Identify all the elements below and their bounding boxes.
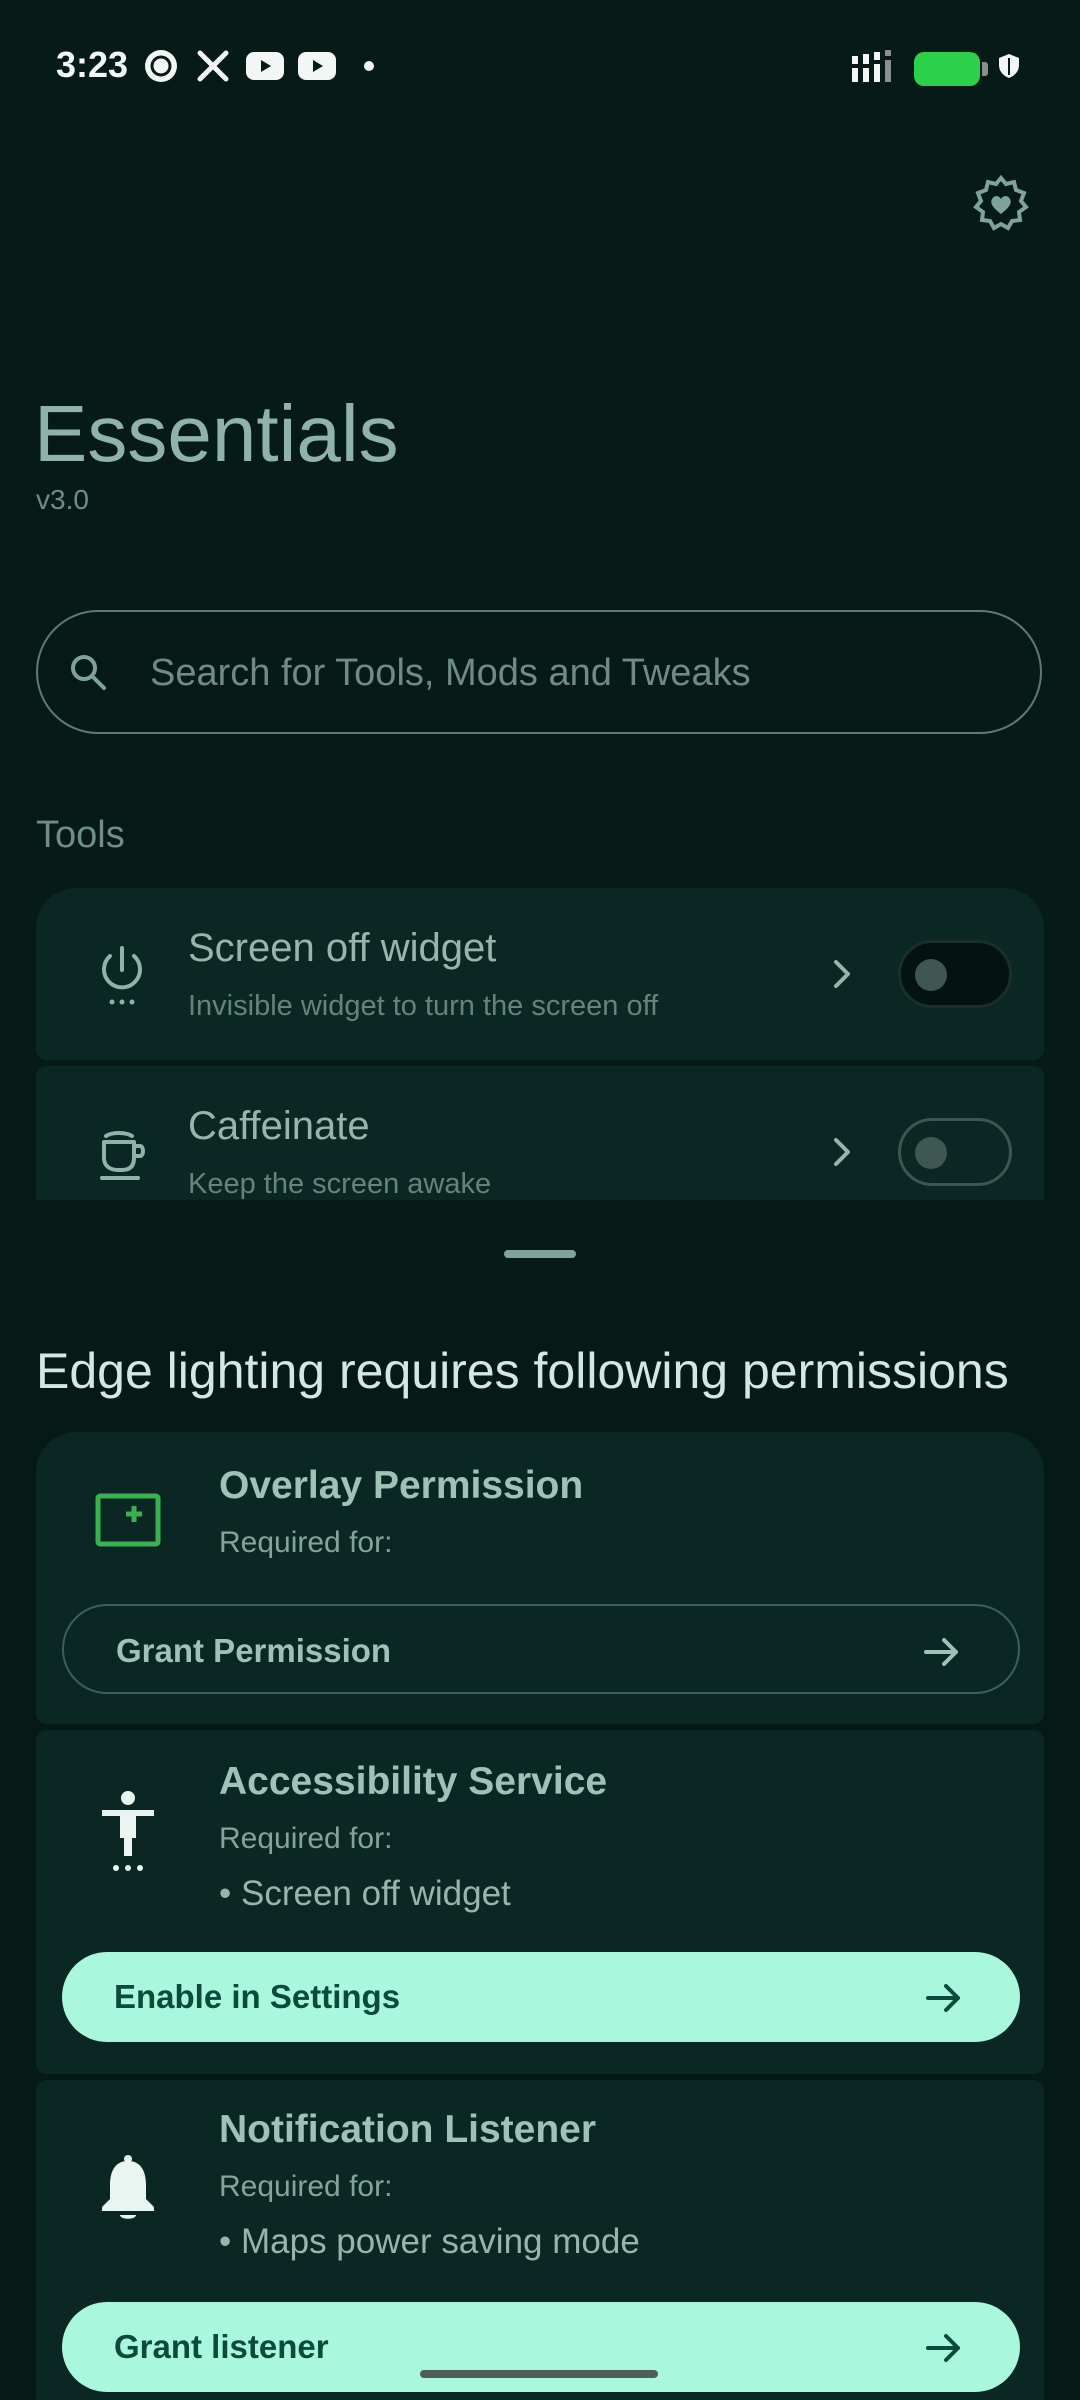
permission-required-item: • Maps power saving mode xyxy=(219,2222,640,2261)
sheet-title: Edge lighting requires following permiss… xyxy=(36,1343,1009,1399)
permissions-bottom-sheet: Edge lighting requires following permiss… xyxy=(0,1200,1080,2400)
settings-button[interactable] xyxy=(972,174,1030,237)
tool-description: Keep the screen awake xyxy=(188,1168,492,1200)
battery-icon xyxy=(914,51,988,86)
enable-in-settings-button[interactable]: Enable in Settings xyxy=(62,1952,1020,2042)
arrow-right-icon xyxy=(922,1632,962,1672)
app-title: Essentials xyxy=(34,389,399,478)
permission-required-label: Required for: xyxy=(219,1822,393,1855)
tools-section-title: Tools xyxy=(36,814,125,856)
arrow-right-icon xyxy=(924,1978,964,2018)
news-app-icon xyxy=(142,48,180,84)
grant-permission-button[interactable]: Grant Permission xyxy=(62,1604,1020,1694)
chevron-right-icon[interactable] xyxy=(822,954,862,994)
app-version: v3.0 xyxy=(36,484,89,515)
gear-heart-icon xyxy=(972,174,1030,237)
accessibility-icon xyxy=(90,1791,166,1871)
toggle-knob xyxy=(915,959,947,991)
permission-required-label: Required for: xyxy=(219,1526,393,1559)
bell-icon xyxy=(90,2150,166,2226)
shield-icon xyxy=(998,53,1020,84)
permission-title: Overlay Permission xyxy=(219,1464,584,1507)
tool-item-screen-off-widget[interactable]: Screen off widget Invisible widget to tu… xyxy=(36,888,1044,1060)
tool-name: Screen off widget xyxy=(188,926,497,970)
power-icon xyxy=(92,942,152,1006)
notification-icons xyxy=(142,48,388,84)
arrow-right-icon xyxy=(924,2328,964,2368)
dot-icon xyxy=(350,48,388,84)
coffee-cup-icon xyxy=(92,1124,152,1188)
home-indicator[interactable] xyxy=(420,2370,658,2378)
caffeinate-toggle[interactable] xyxy=(898,1118,1012,1186)
permission-card-notification-listener: Notification Listener Required for: • Ma… xyxy=(36,2080,1044,2400)
screen: 3:23 Essentials v3.0 Search for Tools, M… xyxy=(0,0,1080,2400)
tool-name: Caffeinate xyxy=(188,1104,370,1148)
search-icon xyxy=(66,650,110,699)
x-icon xyxy=(194,48,232,84)
permission-title: Accessibility Service xyxy=(219,1760,608,1803)
tool-description: Invisible widget to turn the screen off xyxy=(188,990,659,1022)
overlay-add-icon xyxy=(90,1482,166,1558)
signal-icon xyxy=(852,50,896,87)
permission-title: Notification Listener xyxy=(219,2108,597,2151)
youtube-icon xyxy=(246,48,284,84)
youtube-icon xyxy=(298,48,336,84)
permission-required-item: • Screen off widget xyxy=(219,1874,511,1913)
toggle-knob xyxy=(915,1137,947,1169)
button-label: Grant listener xyxy=(114,2328,329,2365)
chevron-right-icon[interactable] xyxy=(822,1132,862,1172)
status-bar: 3:23 xyxy=(0,0,1080,136)
button-label: Grant Permission xyxy=(116,1632,392,1669)
status-time: 3:23 xyxy=(56,44,129,85)
search-input[interactable] xyxy=(148,640,1012,706)
system-icons xyxy=(852,50,1020,87)
sheet-drag-handle[interactable] xyxy=(504,1250,576,1258)
search-bar[interactable] xyxy=(36,610,1042,734)
grant-listener-button[interactable]: Grant listener xyxy=(62,2302,1020,2392)
permission-required-label: Required for: xyxy=(219,2170,393,2203)
permission-card-accessibility: Accessibility Service Required for: • Sc… xyxy=(36,1730,1044,2074)
permission-card-overlay: Overlay Permission Required for: Grant P… xyxy=(36,1432,1044,1724)
screen-off-widget-toggle[interactable] xyxy=(898,940,1012,1008)
button-label: Enable in Settings xyxy=(114,1978,401,2015)
